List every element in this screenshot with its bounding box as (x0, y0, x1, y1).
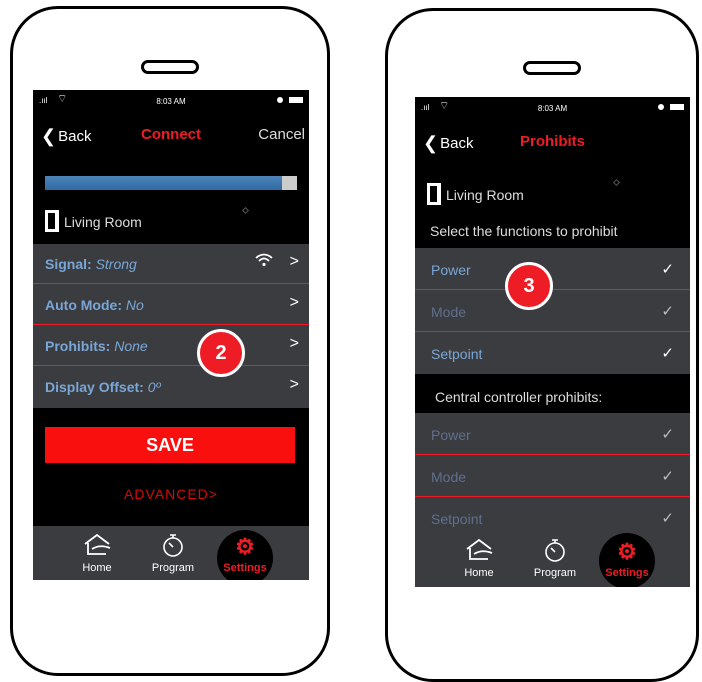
setting-label: Auto Mode: No (45, 297, 144, 313)
tab-home[interactable]: Home (451, 537, 507, 587)
prohibit-options: Power ✓ Mode ✓ Setpoint ✓ (415, 248, 690, 374)
home-icon (451, 537, 507, 567)
connect-screen: .ııl ⌔ 8:03 AM ❮ Back Connect Cancel Livi… (33, 90, 309, 580)
speaker-slot (141, 60, 199, 74)
tab-program[interactable]: Program (525, 537, 585, 587)
step-badge: 3 (505, 262, 553, 310)
room-name: Living Room (446, 187, 524, 203)
door-icon (45, 210, 59, 232)
cancel-button[interactable]: Cancel (258, 126, 305, 143)
chevron-right-icon: > (289, 294, 299, 311)
option-label: Power (431, 427, 471, 443)
tab-label: Home (464, 567, 494, 579)
room-label: Living Room (427, 183, 524, 205)
progress-fill (45, 176, 282, 190)
chevron-right-icon: > (289, 335, 299, 352)
phone-connect: .ııl ⌔ 8:03 AM ❮ Back Connect Cancel Livi… (10, 6, 330, 676)
home-icon (69, 532, 125, 562)
room-name: Living Room (64, 214, 142, 230)
tab-label: Program (151, 562, 195, 574)
page-title: Prohibits (519, 133, 585, 150)
central-row-mode: Mode ✓ (415, 455, 690, 497)
small-indicator-icon (241, 206, 250, 215)
prohibit-row-setpoint[interactable]: Setpoint ✓ (415, 332, 690, 374)
setting-label: Signal: Strong (45, 256, 137, 272)
settings-list: Signal: Strong > Auto Mode: No > Prohibi… (33, 244, 309, 408)
setting-row-signal[interactable]: Signal: Strong > (33, 244, 309, 284)
checkmark-icon: ✓ (661, 303, 674, 320)
chevron-right-icon: > (208, 486, 218, 502)
small-indicator-icon (612, 178, 621, 187)
central-prohibits: Power ✓ Mode ✓ Setpoint ✓ (415, 413, 690, 537)
checkmark-icon: ✓ (661, 510, 674, 527)
step-badge: 2 (197, 329, 245, 377)
tab-home[interactable]: Home (69, 526, 125, 580)
checkmark-icon: ✓ (661, 345, 674, 362)
connection-progress-bar (45, 176, 297, 190)
section-heading: Select the functions to prohibit (430, 223, 618, 239)
gear-icon: ⚙ (235, 534, 255, 559)
setting-row-auto-mode[interactable]: Auto Mode: No > (33, 285, 309, 325)
option-label: Setpoint (431, 511, 483, 527)
central-row-setpoint: Setpoint ✓ (415, 497, 690, 539)
central-row-power: Power ✓ (415, 413, 690, 455)
setting-label: Display Offset: 0º (45, 379, 161, 395)
prohibits-screen: .ııl ⌔ 8:03 AM ❮ Back Prohibits Living Ro… (415, 97, 690, 587)
stopwatch-icon (143, 532, 203, 562)
tab-bar: Home Program ⚙ Settings (415, 533, 690, 587)
nav-bar: ❮ Back Connect Cancel (33, 112, 309, 146)
stopwatch-icon (525, 537, 585, 567)
status-time: 8:03 AM (156, 97, 186, 106)
wifi-icon (255, 253, 273, 270)
phone-prohibits: .ııl ⌔ 8:03 AM ❮ Back Prohibits Living Ro… (385, 8, 699, 682)
door-icon (427, 183, 441, 205)
option-label: Mode (431, 469, 467, 485)
tab-program[interactable]: Program (143, 526, 203, 580)
status-bar: .ııl ⌔ 8:03 AM (415, 97, 690, 119)
option-label: Power (431, 262, 471, 278)
room-label: Living Room (45, 210, 142, 232)
prohibit-row-mode[interactable]: Mode ✓ (415, 290, 690, 332)
save-button[interactable]: SAVE (45, 427, 295, 463)
alarm-icon (277, 97, 283, 103)
option-label: Setpoint (431, 346, 483, 362)
checkmark-icon: ✓ (661, 261, 674, 278)
battery-icon (670, 104, 684, 110)
checkmark-icon: ✓ (661, 468, 674, 485)
battery-icon (289, 97, 303, 103)
nav-bar: ❮ Back Prohibits (415, 119, 690, 153)
tab-label: Program (533, 567, 577, 579)
setting-row-prohibits[interactable]: Prohibits: None > (33, 326, 309, 366)
status-bar: .ııl ⌔ 8:03 AM (33, 90, 309, 112)
option-label: Mode (431, 304, 467, 320)
section-heading: Central controller prohibits: (435, 389, 603, 405)
alarm-icon (658, 104, 664, 110)
speaker-slot (523, 61, 581, 75)
chevron-right-icon: > (289, 253, 299, 270)
tab-label: Home (82, 562, 112, 574)
status-time: 8:03 AM (537, 104, 568, 113)
tab-bar: Home Program ⚙ Settings (33, 526, 309, 580)
tab-label: Settings (223, 562, 267, 574)
gear-icon: ⚙ (617, 539, 637, 564)
advanced-label: ADVANCED (124, 486, 209, 502)
tab-settings[interactable]: ⚙ Settings (597, 533, 657, 587)
setting-label: Prohibits: None (45, 338, 148, 354)
chevron-right-icon: > (289, 376, 299, 393)
setting-row-display-offset[interactable]: Display Offset: 0º > (33, 367, 309, 407)
tab-settings[interactable]: ⚙ Settings (215, 526, 275, 580)
checkmark-icon: ✓ (661, 426, 674, 443)
advanced-link[interactable]: ADVANCED> (33, 486, 309, 502)
tab-label: Settings (605, 567, 649, 579)
